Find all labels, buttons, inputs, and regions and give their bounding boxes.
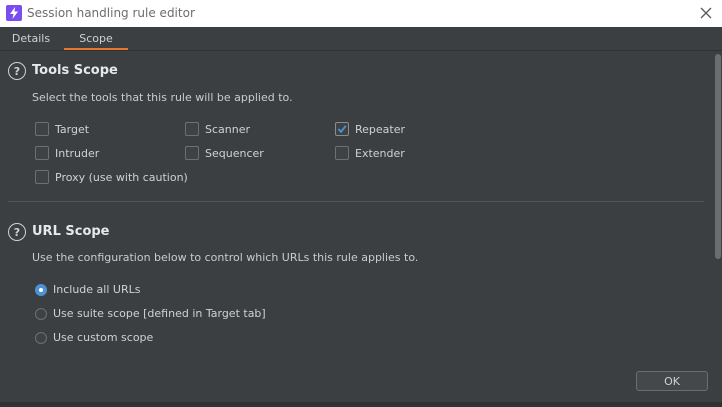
tab-details[interactable]: Details: [0, 27, 62, 50]
tool-checkbox-intruder[interactable]: Intruder: [35, 146, 99, 160]
tab-bar: Details Scope: [0, 27, 722, 51]
tool-checkbox-proxy[interactable]: Proxy (use with caution): [35, 170, 188, 184]
radio-use-suite-scope[interactable]: Use suite scope [defined in Target tab]: [35, 307, 266, 320]
checkbox-box[interactable]: [185, 146, 199, 160]
checkbox-box[interactable]: [35, 170, 49, 184]
url-scope-description: Use the configuration below to control w…: [32, 251, 419, 264]
radio-label: Use custom scope: [53, 331, 154, 344]
scrollbar-thumb[interactable]: [715, 54, 721, 259]
radio-label: Include all URLs: [53, 283, 141, 296]
tools-scope-description: Select the tools that this rule will be …: [32, 91, 293, 104]
url-scope-help-icon[interactable]: ?: [8, 223, 26, 241]
checkbox-box[interactable]: [185, 122, 199, 136]
tool-label: Intruder: [55, 146, 100, 160]
tool-checkbox-target[interactable]: Target: [35, 122, 89, 136]
checkbox-box[interactable]: [35, 122, 49, 136]
url-scope-title: URL Scope: [32, 224, 110, 239]
tool-checkbox-scanner[interactable]: Scanner: [185, 122, 250, 136]
tool-checkbox-sequencer[interactable]: Sequencer: [185, 146, 264, 160]
tool-label: Target: [55, 122, 90, 136]
title-bar: Session handling rule editor: [0, 0, 722, 27]
checkmark-icon: [337, 125, 347, 134]
radio-label: Use suite scope [defined in Target tab]: [53, 307, 266, 320]
window-title: Session handling rule editor: [27, 6, 195, 20]
window-bottom-edge: [0, 402, 722, 407]
tool-label: Extender: [355, 146, 405, 160]
checkbox-box-checked[interactable]: [335, 122, 349, 136]
tools-scope-title: Tools Scope: [32, 63, 118, 78]
tool-checkbox-repeater[interactable]: Repeater: [335, 122, 405, 136]
close-button[interactable]: [694, 2, 718, 24]
radio-circle[interactable]: [35, 307, 47, 320]
radio-circle[interactable]: [35, 331, 47, 344]
tool-checkbox-extender[interactable]: Extender: [335, 146, 405, 160]
close-icon[interactable]: [700, 7, 712, 19]
tool-label: Sequencer: [205, 146, 264, 160]
radio-include-all-urls[interactable]: Include all URLs: [35, 283, 140, 296]
radio-circle-selected[interactable]: [35, 283, 47, 296]
radio-use-custom-scope[interactable]: Use custom scope: [35, 331, 153, 344]
tab-scope[interactable]: Scope: [64, 27, 128, 50]
tool-label: Scanner: [205, 122, 251, 136]
lightning-icon: [6, 5, 22, 21]
checkbox-box[interactable]: [335, 146, 349, 160]
tools-scope-help-icon[interactable]: ?: [8, 62, 26, 80]
checkbox-box[interactable]: [35, 146, 49, 160]
tool-label: Proxy (use with caution): [55, 170, 188, 184]
tool-label: Repeater: [355, 122, 406, 136]
section-divider: [8, 201, 704, 202]
ok-button[interactable]: OK: [636, 371, 708, 391]
